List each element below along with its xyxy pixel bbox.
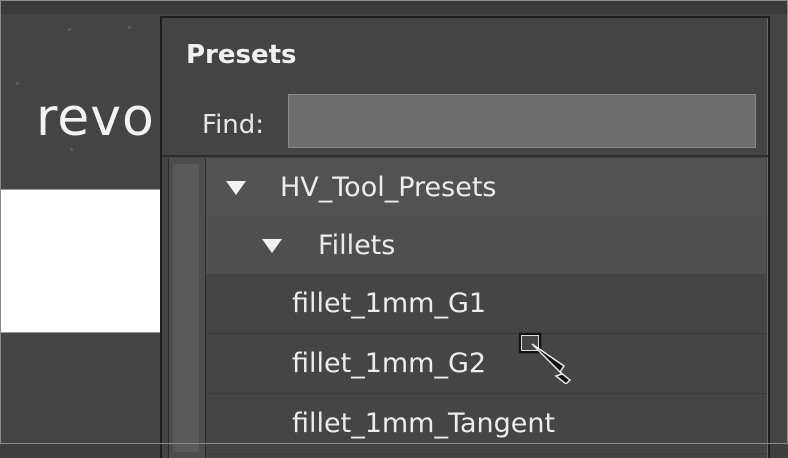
screenshot-frame	[0, 0, 788, 444]
